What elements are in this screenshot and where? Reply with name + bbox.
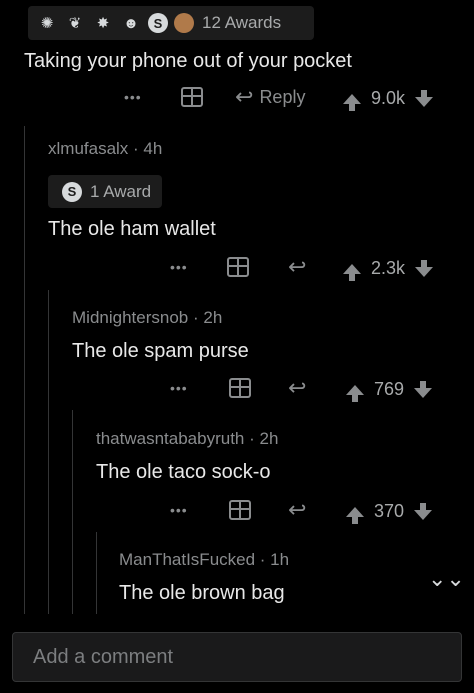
- laughing-icon: ☻: [123, 14, 139, 32]
- gift-icon: [181, 87, 203, 107]
- more-icon[interactable]: •••: [170, 259, 188, 275]
- author-name[interactable]: Midnightersnob: [72, 308, 188, 327]
- thread-line-2[interactable]: [48, 290, 49, 614]
- collapse-icon[interactable]: ⌄⌄: [428, 566, 465, 592]
- score: 2.3k: [371, 258, 406, 278]
- upvote-icon[interactable]: [346, 384, 364, 402]
- wholesome-icon: ✺: [40, 15, 54, 32]
- gift-icon: [227, 257, 249, 277]
- reply-icon: ↩: [288, 254, 307, 279]
- score: 9.0k: [371, 88, 406, 108]
- downvote-icon[interactable]: [414, 502, 433, 520]
- downvote-icon[interactable]: [414, 380, 433, 398]
- thread-line-4[interactable]: [96, 532, 97, 614]
- comment-body: The ole ham wallet: [48, 218, 216, 240]
- reply-icon: ↩: [288, 375, 307, 400]
- upvote-icon[interactable]: [343, 263, 361, 281]
- thread-line-1[interactable]: [24, 126, 25, 614]
- reply-button[interactable]: ↩ Reply: [235, 84, 305, 110]
- score: 769: [374, 379, 405, 399]
- thread-line-3[interactable]: [72, 410, 73, 614]
- comment-age: 2h: [259, 429, 279, 448]
- award-pill[interactable]: S 1 Award: [48, 175, 162, 208]
- comment-age: 1h: [270, 550, 290, 569]
- more-icon[interactable]: •••: [170, 502, 188, 518]
- author-name[interactable]: thatwasntababyruth: [96, 429, 244, 448]
- reply-label: Reply: [259, 86, 306, 107]
- downvote-icon[interactable]: [415, 259, 434, 277]
- reply-icon: ↩: [288, 497, 307, 522]
- upvote-icon[interactable]: [346, 506, 364, 524]
- gift-icon: [229, 500, 251, 520]
- awards-count: 12 Awards: [202, 13, 282, 32]
- author-name[interactable]: ManThatIsFucked: [119, 550, 255, 569]
- reply-button[interactable]: ↩: [288, 375, 306, 401]
- awards-bar[interactable]: ✺ ❦ ✸ ☻ S 12 Awards: [28, 6, 314, 40]
- mindblown-icon: ✸: [96, 15, 110, 32]
- author-name[interactable]: xlmufasalx: [48, 139, 128, 158]
- bear-icon: [174, 13, 194, 33]
- comment-body: The ole spam purse: [72, 340, 249, 362]
- hugz-icon: ❦: [68, 15, 82, 32]
- vote-controls: 9.0k: [343, 88, 434, 111]
- comment-body: Taking your phone out of your pocket: [24, 50, 352, 72]
- comment-meta[interactable]: thatwasntababyruth · 2h: [96, 429, 278, 449]
- more-icon[interactable]: •••: [124, 89, 142, 105]
- vote-controls: 2.3k: [343, 258, 434, 281]
- give-award-button[interactable]: [229, 378, 251, 398]
- downvote-icon[interactable]: [415, 89, 434, 107]
- comment-body: The ole taco sock-o: [96, 461, 271, 483]
- silver-icon: S: [148, 13, 168, 33]
- more-icon[interactable]: •••: [170, 380, 188, 396]
- comment-age: 4h: [143, 139, 163, 158]
- comment-meta[interactable]: ManThatIsFucked · 1h: [119, 550, 289, 570]
- give-award-button[interactable]: [229, 500, 251, 520]
- comment-age: 2h: [203, 308, 223, 327]
- comment-meta[interactable]: Midnightersnob · 2h: [72, 308, 222, 328]
- awards-count: 1 Award: [90, 181, 152, 201]
- gift-icon: [229, 378, 251, 398]
- vote-controls: 370: [346, 501, 433, 524]
- comment-meta[interactable]: xlmufasalx · 4h: [48, 139, 162, 159]
- give-award-button[interactable]: [227, 257, 249, 277]
- upvote-icon[interactable]: [343, 93, 361, 111]
- add-comment-input[interactable]: Add a comment: [12, 632, 462, 682]
- reply-icon: ↩: [235, 84, 254, 109]
- score: 370: [374, 501, 405, 521]
- reply-button[interactable]: ↩: [288, 254, 306, 280]
- give-award-button[interactable]: [181, 87, 203, 107]
- comment-body: The ole brown bag: [119, 582, 285, 604]
- reply-button[interactable]: ↩: [288, 497, 306, 523]
- vote-controls: 769: [346, 379, 433, 402]
- silver-icon: S: [62, 181, 82, 202]
